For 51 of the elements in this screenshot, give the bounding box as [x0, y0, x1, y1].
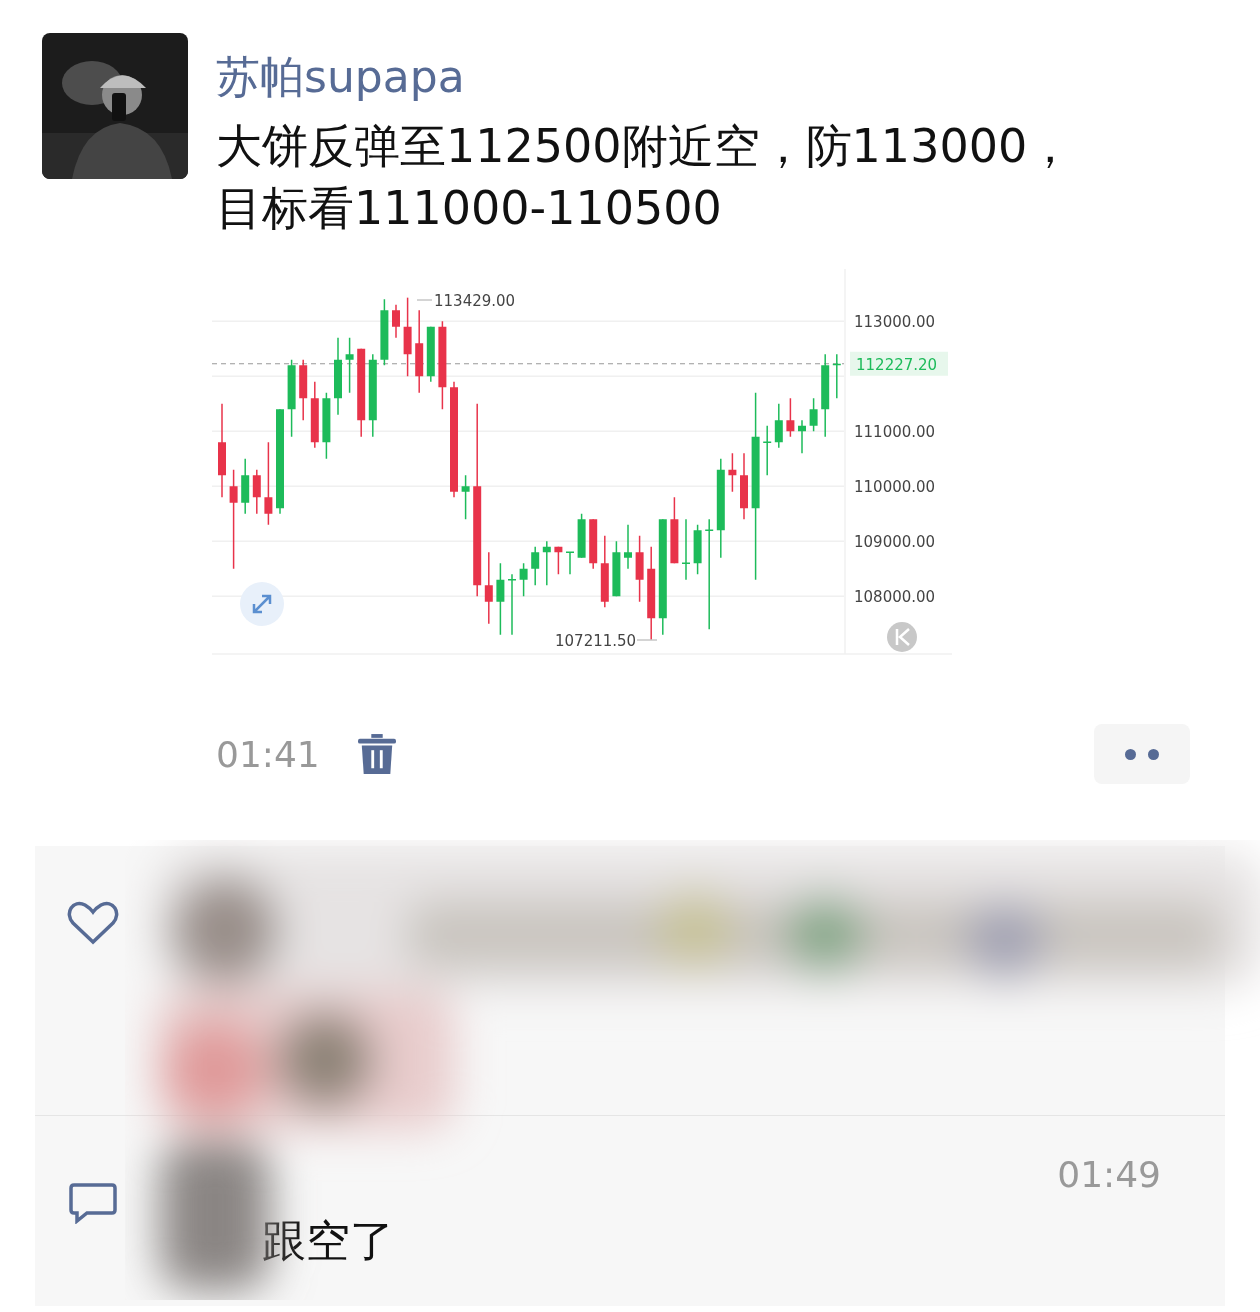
- low-label: 107211.50: [555, 632, 637, 650]
- candle: [554, 546, 563, 575]
- post-text: 大饼反弹至112500附近空，防113000，目标看111000-110500: [216, 118, 1075, 237]
- author-name[interactable]: 苏帕supapa: [216, 49, 1226, 105]
- candle: [635, 535, 644, 603]
- candle: [612, 540, 621, 597]
- delete-icon[interactable]: [357, 734, 396, 774]
- candle: [774, 403, 783, 449]
- candle: [531, 546, 540, 586]
- candle: [786, 397, 795, 438]
- candle: [519, 562, 528, 597]
- high-label: 113429.00: [434, 292, 516, 310]
- candle: [508, 573, 516, 636]
- candle: [763, 425, 772, 476]
- candle: [461, 474, 470, 520]
- expand-icon[interactable]: [240, 582, 284, 626]
- candle: [693, 524, 702, 575]
- candle: [798, 419, 806, 454]
- candle: [809, 397, 818, 432]
- candle: [589, 518, 598, 570]
- candle: [740, 452, 748, 520]
- axis-label: 109000.00: [854, 533, 936, 552]
- candle: [380, 298, 389, 366]
- comment-text: 跟空了: [262, 1214, 394, 1268]
- candle: [241, 458, 250, 515]
- heart-icon: [67, 901, 119, 945]
- price-label: 112227.20: [856, 355, 938, 374]
- more-button[interactable]: [1094, 724, 1190, 784]
- candle: [832, 353, 841, 399]
- axis-label: 113000.00: [854, 313, 936, 332]
- candle: [566, 551, 574, 575]
- axis-label: 111000.00: [854, 423, 936, 442]
- candle: [392, 304, 400, 339]
- candle: [310, 381, 319, 449]
- comment-time: 01:49: [1057, 1154, 1161, 1195]
- post-time: 01:41: [216, 733, 320, 775]
- candle: [252, 469, 261, 515]
- candle: [299, 359, 308, 421]
- candle: [322, 392, 331, 460]
- candle: [624, 524, 632, 570]
- candle: [345, 337, 354, 394]
- candle: [542, 540, 551, 586]
- candle: [577, 513, 586, 559]
- candle: [682, 518, 690, 581]
- axis-label: 110000.00: [854, 478, 936, 497]
- chart-image[interactable]: 112227.20 113429.00 107211.50 113000.00 111000.00 110000.00 109000.00 108000.00: [212, 269, 952, 669]
- candle: [728, 452, 737, 493]
- axis-label: 108000.00: [854, 588, 936, 607]
- candle: [426, 326, 435, 383]
- comment-icon: [69, 1182, 117, 1224]
- candle: [670, 496, 679, 564]
